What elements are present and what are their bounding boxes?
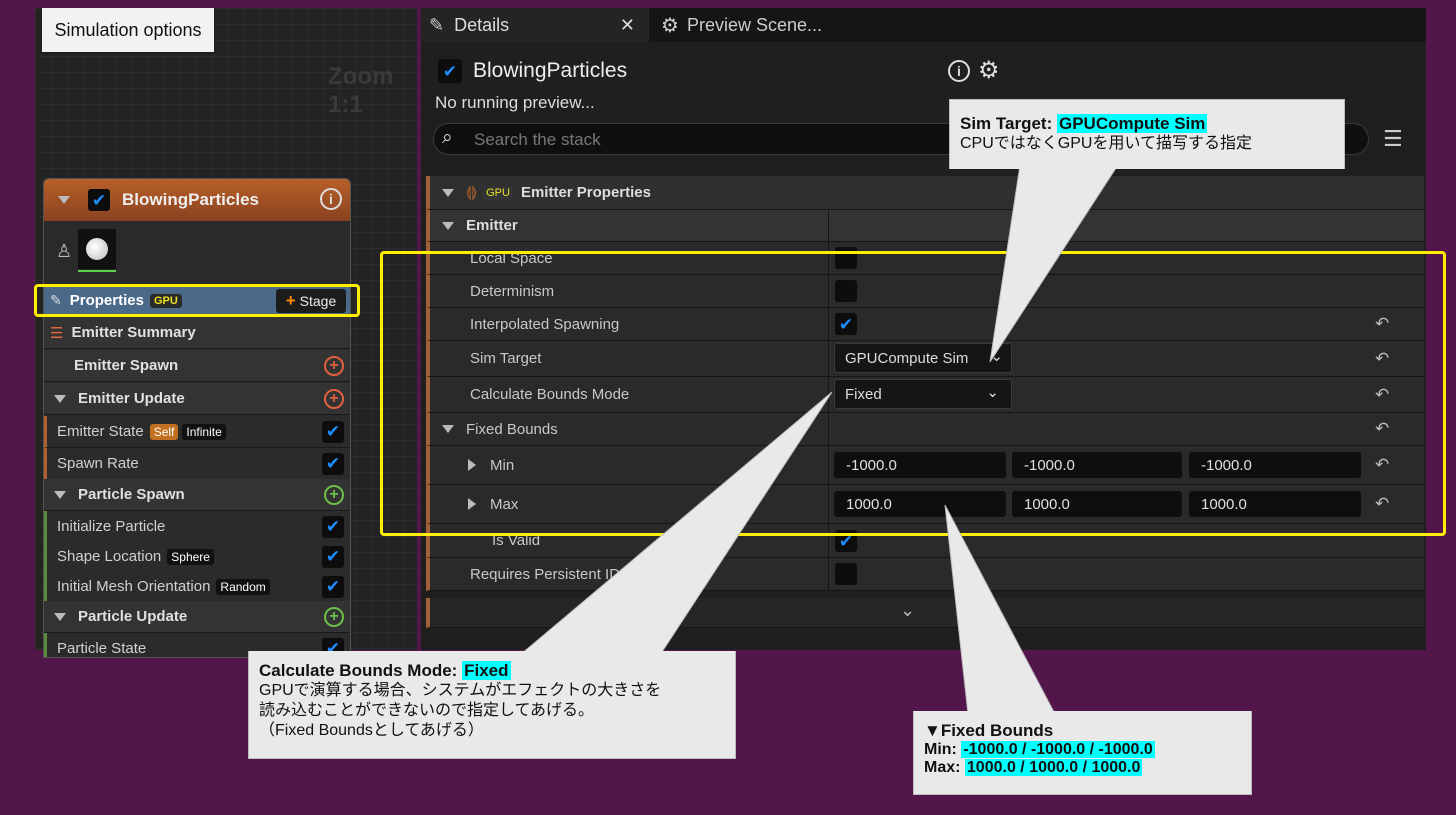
sim-target-pointer: [989, 164, 1119, 363]
fixed-bounds-pointer: [944, 504, 1056, 715]
calc-bounds-callout-key: Calculate Bounds Mode:: [259, 661, 458, 680]
fixed-bounds-callout-title: ▼Fixed Bounds: [924, 721, 1054, 740]
calc-bounds-callout-line1: GPUで演算する場合、システムがエフェクトの大きさを: [259, 682, 662, 699]
sim-target-callout-text: CPUではなくGPUを用いて描写する指定: [960, 135, 1252, 152]
calc-bounds-callout-line2: 読み込むことができないので指定してあげる。: [259, 702, 595, 719]
fixed-bounds-callout-max-value: 1000.0 / 1000.0 / 1000.0: [964, 759, 1143, 776]
sim-target-callout: Sim Target: GPUCompute Sim CPUではなくGPUを用い…: [949, 99, 1345, 169]
fixed-bounds-callout-max-key: Max:: [924, 759, 961, 776]
sim-target-callout-value: GPUCompute Sim: [1057, 114, 1208, 133]
fixed-bounds-callout-min-key: Min:: [924, 741, 957, 758]
calc-bounds-callout-value: Fixed: [462, 661, 511, 680]
fixed-bounds-callout-min-value: -1000.0 / -1000.0 / -1000.0: [961, 741, 1155, 758]
calc-bounds-callout: Calculate Bounds Mode: Fixed GPUで演算する場合、…: [248, 651, 736, 759]
sim-target-callout-key: Sim Target:: [960, 114, 1053, 133]
calc-bounds-callout-line3: （Fixed Boundsとしてあげる）: [259, 722, 484, 739]
fixed-bounds-callout: ▼Fixed Bounds Min: -1000.0 / -1000.0 / -…: [913, 711, 1252, 795]
calc-bounds-pointer: [518, 391, 833, 656]
